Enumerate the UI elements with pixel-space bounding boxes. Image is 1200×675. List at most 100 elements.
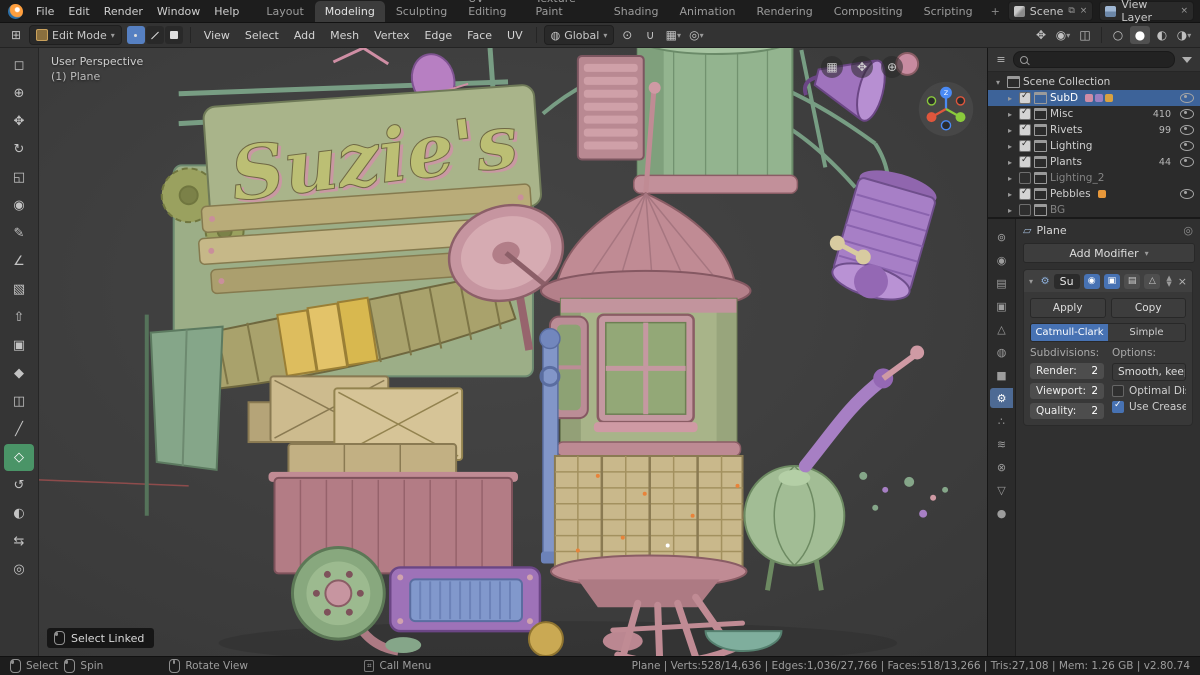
collection-checkbox[interactable]	[1019, 187, 1031, 200]
disclosure-icon[interactable]	[996, 78, 1004, 87]
remove-view-layer-icon[interactable]	[1180, 7, 1188, 16]
tool-inset-faces-icon[interactable]: ▣	[4, 332, 34, 359]
workspace-tab-animation[interactable]: Animation	[669, 1, 745, 22]
optimal-display-checkbox[interactable]	[1112, 385, 1124, 397]
workspace-tab-modeling[interactable]: Modeling	[314, 1, 385, 22]
modifier-name-field[interactable]: Su	[1053, 273, 1080, 289]
workspace-tab-compositing[interactable]: Compositing	[824, 1, 913, 22]
tab-active-tool-icon[interactable]: ⊚	[990, 227, 1013, 247]
menu-file[interactable]: File	[29, 0, 61, 22]
workspace-tab-layout[interactable]: Layout	[256, 1, 313, 22]
disclosure-icon[interactable]	[1008, 206, 1016, 215]
menu-uv[interactable]: UV	[501, 29, 529, 42]
tool-bevel-icon[interactable]: ◆	[4, 360, 34, 387]
blender-logo-icon[interactable]	[8, 3, 23, 19]
viewport-canvas[interactable]: Suzie's Suzie's	[39, 48, 987, 656]
outliner-row-bg[interactable]: BG	[988, 202, 1200, 217]
menu-window[interactable]: Window	[150, 0, 207, 22]
new-scene-icon[interactable]	[1068, 7, 1074, 16]
modifier-close-icon[interactable]: ×	[1178, 275, 1187, 288]
menu-select[interactable]: Select	[239, 29, 285, 42]
menu-edge[interactable]: Edge	[418, 29, 458, 42]
tab-view-layer-icon[interactable]: ▣	[990, 296, 1013, 316]
select-linked-hint[interactable]: Select Linked	[47, 628, 155, 648]
zoom-icon[interactable]: ⊕	[881, 56, 903, 78]
tab-object-icon[interactable]: ■	[990, 365, 1013, 385]
tab-object-data-icon[interactable]: ▽	[990, 480, 1013, 500]
modifier-reorder-arrows[interactable]: ▲ ▼	[1166, 275, 1171, 288]
expand-icon[interactable]	[1029, 277, 1037, 286]
use-creases-checkbox[interactable]	[1112, 401, 1124, 413]
tool-annotate-icon[interactable]: ✎	[4, 220, 34, 247]
tool-rotate-icon[interactable]: ↻	[4, 136, 34, 163]
collection-checkbox[interactable]	[1019, 204, 1031, 216]
transform-orientation-selector[interactable]: ◍ Global	[543, 25, 615, 45]
add-modifier-button[interactable]: Add Modifier	[1023, 243, 1195, 263]
overlays-icon[interactable]: ◉	[1053, 26, 1073, 44]
outliner-editor-icon[interactable]	[993, 53, 1009, 66]
tool-poly-build-icon[interactable]: ◇	[4, 444, 34, 471]
menu-mesh[interactable]: Mesh	[324, 29, 365, 42]
3d-viewport[interactable]: Suzie's Suzie's User Perspective (1) Pla…	[39, 48, 987, 656]
shading-rendered-icon[interactable]: ◑	[1174, 26, 1194, 44]
tool-extrude-region-icon[interactable]: ⇧	[4, 304, 34, 331]
vertex-select-mode-icon[interactable]	[126, 26, 145, 44]
collection-checkbox[interactable]	[1019, 172, 1031, 184]
filter-icon[interactable]	[1182, 56, 1192, 63]
disclosure-icon[interactable]	[1008, 110, 1016, 119]
menu-add[interactable]: Add	[288, 29, 321, 42]
tool-smooth-icon[interactable]: ◐	[4, 500, 34, 527]
tool-shrink-fatten-icon[interactable]: ◎	[4, 556, 34, 583]
pin-icon[interactable]	[1183, 224, 1193, 237]
modifier-cage-toggle-icon[interactable]: △	[1144, 273, 1161, 289]
outliner-row-lighting[interactable]: Lighting	[988, 138, 1200, 154]
pan-hand-icon[interactable]: ✥	[851, 56, 873, 78]
view-layer-selector[interactable]: View Layer	[1099, 0, 1194, 24]
copy-button[interactable]: Copy	[1110, 298, 1186, 318]
workspace-tab-scripting[interactable]: Scripting	[914, 1, 983, 22]
outliner-row-lighting-2[interactable]: Lighting_2	[988, 170, 1200, 186]
tool-scale-icon[interactable]: ◱	[4, 164, 34, 191]
workspace-tab-uv-editing[interactable]: UV Editing	[458, 0, 524, 22]
shading-wireframe-icon[interactable]: ○	[1108, 26, 1128, 44]
workspace-tab-sculpting[interactable]: Sculpting	[386, 1, 457, 22]
proportional-editing-icon[interactable]: ◎	[686, 26, 706, 44]
collection-checkbox[interactable]	[1019, 91, 1031, 104]
tool-transform-icon[interactable]: ◉	[4, 192, 34, 219]
tool-measure-icon[interactable]: ∠	[4, 248, 34, 275]
workspace-tab-rendering[interactable]: Rendering	[747, 1, 823, 22]
scene-selector[interactable]: Scene	[1007, 1, 1094, 21]
xray-toggle-icon[interactable]: ◫	[1075, 26, 1095, 44]
eye-icon[interactable]	[1180, 141, 1194, 151]
add-workspace-button[interactable]: +	[984, 1, 1007, 22]
face-select-mode-icon[interactable]	[164, 26, 183, 44]
use-creases-option[interactable]: Use Creases	[1112, 401, 1186, 413]
menu-render[interactable]: Render	[97, 0, 150, 22]
tool-select-box-icon[interactable]: ◻	[4, 52, 34, 79]
tool-add-cube-icon[interactable]: ▧	[4, 276, 34, 303]
render-subdivisions-field[interactable]: Render: 2	[1030, 363, 1104, 379]
toggle-perspective-icon[interactable]: ▦	[821, 56, 843, 78]
collection-checkbox[interactable]	[1019, 155, 1031, 168]
tool-edge-slide-icon[interactable]: ⇆	[4, 528, 34, 555]
disclosure-icon[interactable]	[1008, 126, 1016, 135]
collection-checkbox[interactable]	[1019, 107, 1031, 120]
disclosure-icon[interactable]	[1008, 142, 1016, 151]
outliner-row-pebbles[interactable]: Pebbles	[988, 186, 1200, 202]
remove-scene-icon[interactable]	[1080, 7, 1088, 16]
tab-constraints-icon[interactable]: ⊗	[990, 457, 1013, 477]
collection-checkbox[interactable]	[1019, 123, 1031, 136]
eye-icon[interactable]	[1180, 93, 1194, 103]
modifier-editmode-toggle-icon[interactable]: ▤	[1123, 273, 1141, 289]
eye-icon[interactable]	[1180, 125, 1194, 135]
eye-icon[interactable]	[1180, 157, 1194, 167]
outliner-row-rivets[interactable]: Rivets 99	[988, 122, 1200, 138]
outliner-row-subd[interactable]: SubD	[988, 90, 1200, 106]
mode-selector[interactable]: Edit Mode	[29, 25, 122, 45]
tab-render-icon[interactable]: ◉	[990, 250, 1013, 270]
outliner-row-misc[interactable]: Misc 410	[988, 106, 1200, 122]
tool-move-icon[interactable]: ✥	[4, 108, 34, 135]
eye-icon[interactable]	[1180, 109, 1194, 119]
pivot-point-icon[interactable]: ⊙	[617, 26, 637, 44]
edge-select-mode-icon[interactable]	[145, 26, 164, 44]
